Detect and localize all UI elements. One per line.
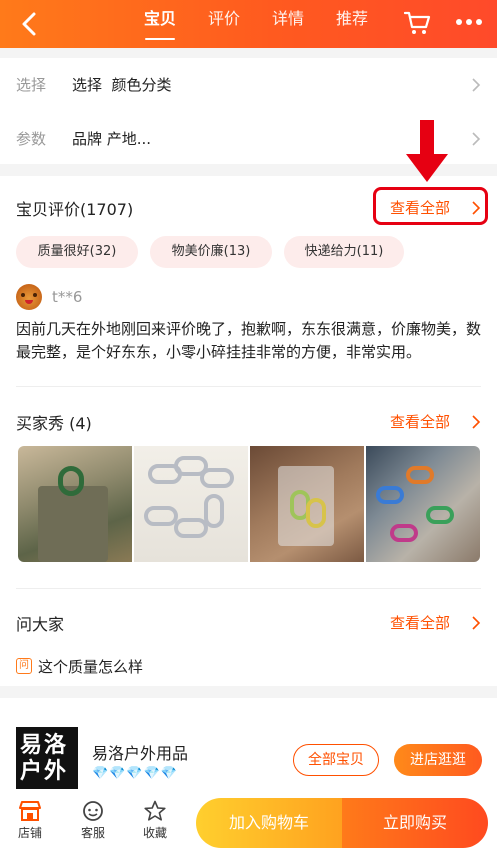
store-logo[interactable]: 易洛户外 — [16, 727, 78, 789]
select-value: 选择 颜色分类 — [72, 76, 172, 94]
store-rating-diamonds: 💎💎💎💎💎 — [92, 766, 178, 781]
favorite-button[interactable]: 收藏 — [135, 800, 175, 841]
reviewer-name: t**6 — [52, 288, 83, 306]
review-text[interactable]: 因前几天在外地刚回来评价晚了，抱歉啊，东东很满意，价廉物美，数最完整，是个好东东… — [16, 318, 482, 364]
tab-item[interactable]: 宝贝 — [128, 0, 192, 48]
avatar — [16, 284, 42, 310]
shop-icon — [19, 801, 41, 821]
ask-title: 问大家 — [16, 615, 65, 634]
visit-store-button[interactable]: 进店逛逛 — [394, 744, 482, 776]
chevron-right-icon — [472, 616, 481, 630]
chevron-right-icon — [472, 415, 481, 429]
tab-reviews[interactable]: 评价 — [192, 0, 256, 48]
service-label: 客服 — [80, 826, 105, 840]
review-tag[interactable]: 质量很好(32) — [16, 236, 138, 268]
highlight-box — [373, 187, 488, 225]
buyer-photo[interactable] — [250, 446, 364, 562]
ask-badge-icon: 问 — [16, 658, 32, 674]
annotation-arrow — [420, 120, 434, 156]
tab-details[interactable]: 详情 — [256, 0, 320, 48]
buyer-show-title: 买家秀 (4) — [16, 414, 92, 433]
ask-see-all[interactable]: 查看全部 — [390, 612, 450, 633]
cart-icon[interactable] — [404, 10, 432, 36]
more-icon[interactable] — [452, 12, 486, 32]
select-row[interactable]: 选择 选择 颜色分类 — [0, 58, 497, 112]
shop-label: 店铺 — [17, 826, 42, 840]
top-nav-bar: 宝贝 评价 详情 推荐 — [0, 0, 497, 48]
review-tag[interactable]: 物美价廉(13) — [150, 236, 272, 268]
buyer-show-see-all[interactable]: 查看全部 — [390, 411, 450, 432]
reviews-title: 宝贝评价(1707) — [16, 200, 134, 219]
all-items-button[interactable]: 全部宝贝 — [293, 744, 379, 776]
tab-recommend[interactable]: 推荐 — [320, 0, 384, 48]
ask-question[interactable]: 这个质量怎么样 — [38, 656, 143, 677]
service-button[interactable]: 客服 — [73, 800, 113, 841]
chevron-right-icon — [472, 132, 481, 146]
store-name[interactable]: 易洛户外用品 — [92, 740, 188, 764]
params-value: 品牌 产地... — [72, 130, 152, 148]
divider — [16, 386, 481, 387]
service-icon — [83, 801, 103, 821]
buy-now-button[interactable]: 立即购买 — [342, 798, 488, 848]
buyer-photo[interactable] — [134, 446, 248, 562]
select-key: 选择 — [16, 76, 47, 94]
shop-button[interactable]: 店铺 — [10, 800, 50, 841]
annotation-arrow-head — [406, 154, 448, 182]
tab-bar: 宝贝 评价 详情 推荐 — [128, 0, 384, 48]
star-icon — [144, 800, 166, 821]
back-icon[interactable] — [14, 8, 46, 40]
divider — [16, 588, 481, 589]
buyer-photo[interactable] — [366, 446, 480, 562]
params-key: 参数 — [16, 130, 47, 148]
chevron-right-icon — [472, 78, 481, 92]
favorite-label: 收藏 — [142, 826, 167, 840]
buyer-photo[interactable] — [18, 446, 132, 562]
review-tag[interactable]: 快递给力(11) — [284, 236, 404, 268]
add-to-cart-button[interactable]: 加入购物车 — [196, 798, 342, 848]
